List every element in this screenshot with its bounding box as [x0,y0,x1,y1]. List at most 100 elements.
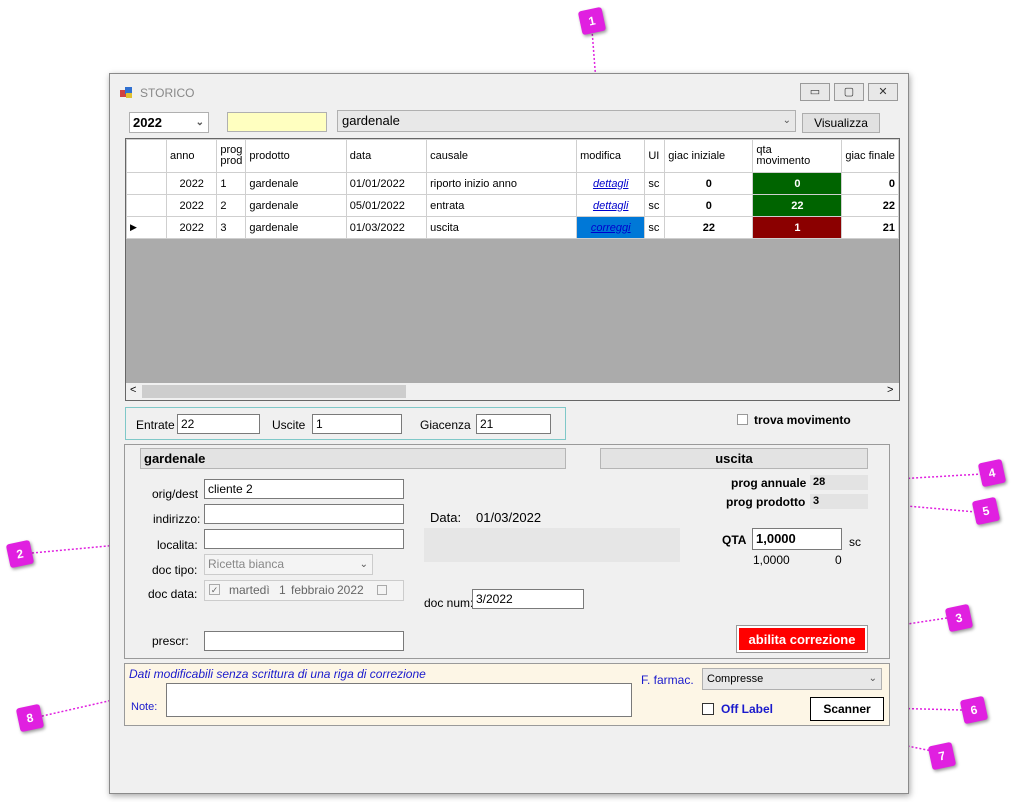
chevron-down-icon: ⌄ [195,117,204,128]
ffarmac-select[interactable]: Compresse ⌄ [702,668,882,690]
table-row[interactable]: ▶ 2022 3 gardenale 01/03/2022 uscita cor… [126,216,899,239]
orig-dest-field[interactable]: cliente 2 [204,479,404,499]
callout-badge: 1 [577,6,607,36]
doc-tipo-value: Ricetta bianca [208,557,285,571]
dettagli-link[interactable]: dettagli [576,194,646,217]
cell-causale: entrata [426,194,578,217]
cell-giac-finale: 0 [841,172,899,195]
calendar-icon[interactable] [377,585,387,595]
prescr-field[interactable] [204,631,404,651]
col-header-modifica[interactable]: modifica [576,139,646,173]
doc-data-label: doc data: [148,587,198,601]
cell-anno: 2022 [166,172,218,195]
col-header-prog-text: prog prod [220,144,243,167]
trova-movimento-checkbox[interactable] [737,414,748,425]
abilita-correzione-button[interactable]: abilita correzione [736,625,868,653]
giacenza-label: Giacenza [420,418,471,432]
scroll-left-icon[interactable]: < [130,384,136,396]
cell-um: sc [644,172,666,195]
row-header-corner [126,139,168,173]
table-row[interactable]: 2022 1 gardenale 01/01/2022 riporto iniz… [126,172,899,195]
doc-data-picker[interactable]: ✓ martedì 1 febbraio 2022 [204,580,404,601]
product-select[interactable]: gardenale ⌄ [337,110,796,132]
dettagli-link[interactable]: dettagli [576,172,646,195]
col-header-prodotto[interactable]: prodotto [245,139,347,173]
prog-prodotto-value: 3 [810,494,868,509]
close-button[interactable]: ✕ [868,83,898,101]
col-header-giac-finale[interactable]: giac finale [841,139,899,173]
cell-giac-iniziale: 0 [664,172,754,195]
indirizzo-field[interactable] [204,504,404,524]
cell-giac-finale: 22 [841,194,899,217]
col-header-giac-iniziale[interactable]: giac iniziale [664,139,754,173]
doc-data-day: 1 [279,583,286,597]
cell-causale: riporto inizio anno [426,172,578,195]
cell-prog: 2 [216,194,247,217]
cell-causale: uscita [426,216,578,239]
table-row[interactable]: 2022 2 gardenale 05/01/2022 entrata dett… [126,194,899,217]
doc-num-field[interactable]: 3/2022 [472,589,584,609]
doc-tipo-select[interactable]: Ricetta bianca ⌄ [204,554,373,575]
prog-prodotto-label: prog prodotto [726,495,806,509]
note-field[interactable] [166,683,632,717]
cell-prodotto: gardenale [245,172,347,195]
entrate-field[interactable]: 22 [177,414,260,434]
cell-qta: 1 [752,216,843,239]
doc-data-month: febbraio [291,583,335,597]
product-name-box: gardenale [140,448,566,469]
orig-dest-label: orig/dest [152,487,199,501]
cell-data: 05/01/2022 [345,194,428,217]
col-header-data[interactable]: data [345,139,428,173]
cell-qta: 22 [752,194,843,217]
qta-unit: sc [849,535,861,549]
giacenza-field[interactable]: 21 [476,414,551,434]
callout-badge: 6 [959,695,989,725]
callout-badge: 3 [944,603,974,633]
scrollbar-thumb[interactable] [142,385,406,398]
horizontal-scrollbar[interactable]: < > [126,383,899,400]
callout-badge: 5 [971,496,1001,526]
uscite-field[interactable]: 1 [312,414,402,434]
movement-type-box: uscita [600,448,868,469]
window-title: STORICO [140,86,195,100]
off-label-checkbox[interactable] [702,703,714,715]
cell-prog: 3 [216,216,247,239]
cell-data: 01/03/2022 [345,216,428,239]
scroll-right-icon[interactable]: > [887,384,893,396]
cell-giac-iniziale: 0 [664,194,754,217]
minimize-button[interactable]: ▭ [800,83,830,101]
visualizza-button[interactable]: Visualizza [802,113,880,133]
year-select[interactable]: 2022 ⌄ [129,112,209,133]
correggi-link[interactable]: correggi [576,216,646,239]
doc-data-weekday: martedì [229,583,270,597]
maximize-button[interactable]: ▢ [834,83,864,101]
row-indicator[interactable] [126,172,168,195]
row-indicator[interactable]: ▶ [126,216,168,239]
col-header-qta[interactable]: qta movimento [752,139,843,173]
callout-badge: 8 [15,703,45,733]
search-input[interactable] [227,112,327,132]
cell-prog: 1 [216,172,247,195]
callout-badge: 2 [5,539,35,569]
cell-data: 01/01/2022 [345,172,428,195]
prescr-label: prescr: [152,634,189,648]
ffarmac-label: F. farmac. [641,673,694,687]
doc-data-checkbox-icon[interactable]: ✓ [209,584,220,595]
col-header-anno[interactable]: anno [166,139,218,173]
cell-prodotto: gardenale [245,194,347,217]
doc-tipo-label: doc tipo: [152,563,198,577]
doc-data-year: 2022 [337,583,364,597]
col-header-um[interactable]: UI [644,139,666,173]
grid-header-row: anno prog prod prodotto data causale mod… [126,139,899,173]
row-indicator[interactable] [126,194,168,217]
col-header-causale[interactable]: causale [426,139,578,173]
uscite-label: Uscite [272,418,306,432]
grid-table: anno prog prod prodotto data causale mod… [126,139,899,239]
qta-field[interactable]: 1,0000 [752,528,842,550]
localita-field[interactable] [204,529,404,549]
scanner-button[interactable]: Scanner [810,697,884,721]
chevron-down-icon: ⌄ [868,673,877,684]
cell-um: sc [644,216,666,239]
cell-anno: 2022 [166,194,218,217]
col-header-prog[interactable]: prog prod [216,139,247,173]
